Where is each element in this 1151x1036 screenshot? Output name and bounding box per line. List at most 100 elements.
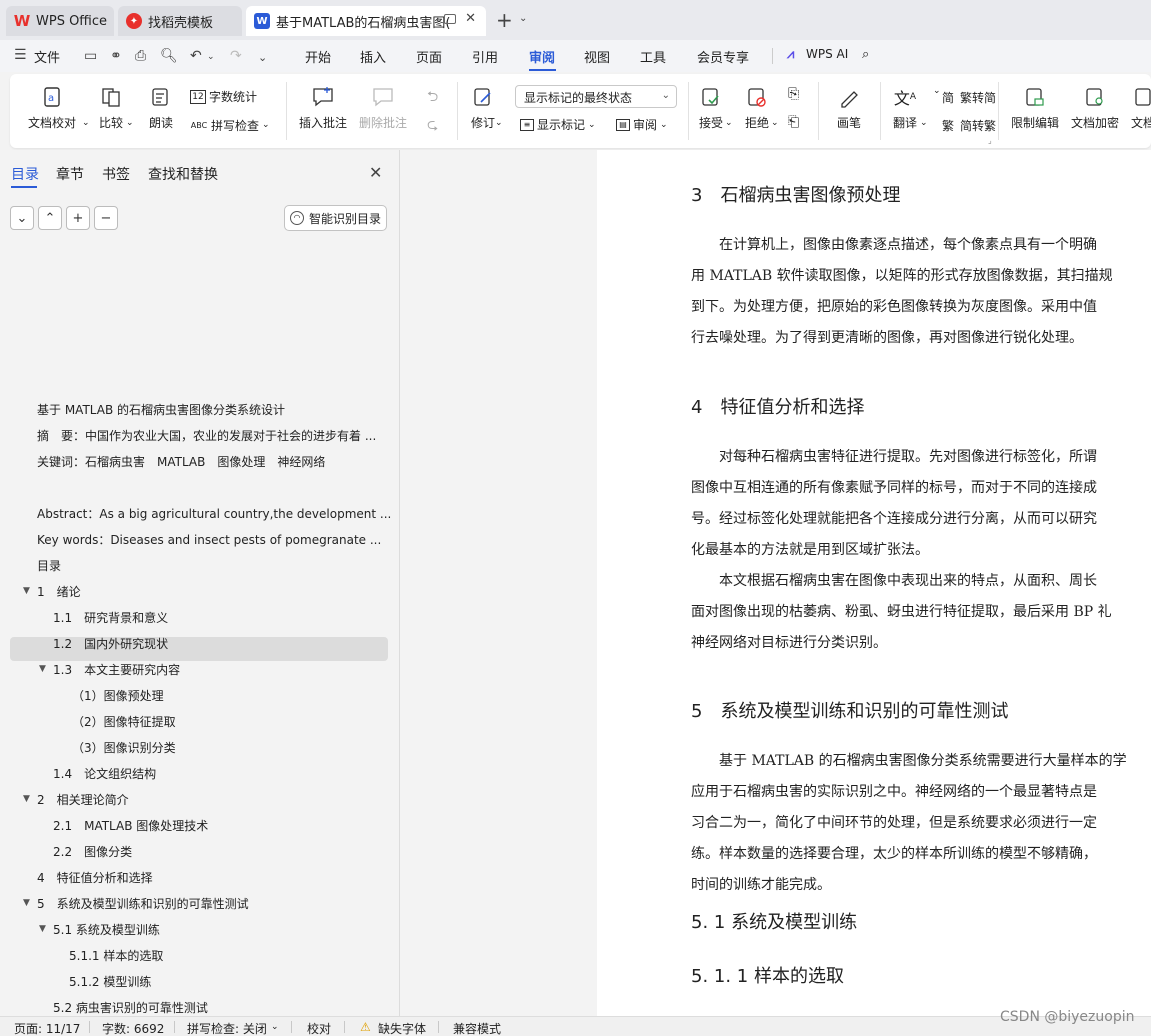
toc-item[interactable]: 5 系统及模型训练和识别的可靠性测试: [37, 891, 249, 915]
move-up-button[interactable]: ⌃: [38, 206, 62, 230]
file-menu[interactable]: 文件: [34, 47, 60, 66]
document-page[interactable]: 3 石榴病虫害图像预处理 在计算机上，图像由像素逐点描述，每个像素点具有一个明确…: [597, 150, 1151, 1016]
tab-chapters[interactable]: 章节: [56, 164, 84, 184]
tab-find-replace[interactable]: 查找和替换: [148, 164, 218, 184]
pen-button[interactable]: 画笔: [836, 84, 862, 131]
toc-item[interactable]: 5.1.1 样本的选取: [69, 943, 163, 967]
more-quick-access-icon[interactable]: ⌄: [258, 51, 267, 64]
close-tab-icon[interactable]: ✕: [465, 11, 476, 26]
redo-icon[interactable]: ↷: [230, 48, 242, 64]
delete-comment-button[interactable]: 删除批注: [359, 84, 407, 131]
insert-comment-button[interactable]: 插入批注: [299, 84, 347, 131]
proofread-status[interactable]: 校对: [307, 1020, 331, 1036]
chevron-down-icon[interactable]: ⌄: [271, 1022, 279, 1032]
expand-arrow-icon[interactable]: ▼: [23, 586, 30, 596]
toc-item[interactable]: 2.1 MATLAB 图像处理技术: [53, 813, 208, 837]
reject-dropdown-icon[interactable]: ⌄: [771, 118, 779, 128]
save-icon[interactable]: ▭: [84, 48, 97, 64]
smart-toc-button[interactable]: ◠ 智能识别目录: [284, 205, 387, 231]
expand-arrow-icon[interactable]: ▼: [23, 898, 30, 908]
toc-item[interactable]: 1.2 国内外研究现状: [53, 631, 168, 655]
tab-current-document[interactable]: W 基于MATLAB的石榴病虫害图( ✕: [246, 6, 486, 36]
menu-reference[interactable]: 引用: [472, 47, 498, 66]
print-preview-icon[interactable]: 🔍︎: [160, 48, 178, 64]
revise-dropdown-icon[interactable]: ⌄: [495, 118, 503, 128]
toc-item[interactable]: 摘 要：中国作为农业大国，农业的发展对于社会的进步有着 ...: [37, 423, 376, 447]
toc-item[interactable]: 2.2 图像分类: [53, 839, 132, 863]
toc-item[interactable]: 4 特征值分析和选择: [37, 865, 153, 889]
simplified-to-traditional-button[interactable]: 繁 简转繁: [939, 116, 996, 134]
chevron-down-icon[interactable]: ⌄: [519, 13, 527, 24]
add-heading-button[interactable]: +: [66, 206, 90, 230]
tab-toc[interactable]: 目录: [11, 164, 39, 184]
menu-review[interactable]: 审阅: [529, 47, 555, 66]
menu-insert[interactable]: 插入: [360, 47, 386, 66]
read-aloud-button[interactable]: 朗读: [148, 84, 174, 131]
revise-button[interactable]: 修订: [470, 84, 496, 131]
document-more-button[interactable]: 文档: [1131, 84, 1151, 131]
toc-item[interactable]: Abstract：As a big agricultural country,t…: [37, 501, 391, 525]
toc-item[interactable]: （2）图像特征提取: [72, 709, 176, 733]
toc-item[interactable]: 1.3 本文主要研究内容: [53, 657, 180, 681]
toc-item[interactable]: 1.4 论文组织结构: [53, 761, 156, 785]
translate-button[interactable]: 文A 翻译: [892, 84, 918, 131]
toc-item[interactable]: 1.1 研究背景和意义: [53, 605, 168, 629]
close-icon[interactable]: ✕: [369, 163, 382, 182]
traditional-to-simplified-button[interactable]: 简 繁转简: [939, 88, 996, 106]
tab-docer-templates[interactable]: ✦ 找稻壳模板: [118, 6, 242, 36]
expand-group-icon[interactable]: ⌟: [988, 136, 992, 145]
tab-bookmarks[interactable]: 书签: [102, 164, 130, 184]
menu-view[interactable]: 视图: [584, 47, 610, 66]
accept-dropdown-icon[interactable]: ⌄: [725, 118, 733, 128]
toc-item[interactable]: 目录: [37, 553, 61, 577]
toc-item[interactable]: 2 相关理论简介: [37, 787, 129, 811]
encrypt-button[interactable]: 文档加密: [1071, 84, 1119, 131]
toc-item[interactable]: Key words：Diseases and insect pests of p…: [37, 527, 381, 551]
previous-comment-icon[interactable]: ⮌: [427, 86, 438, 110]
doc-check-dropdown-icon[interactable]: ⌄: [82, 118, 90, 128]
word-count-button[interactable]: 12 字数统计: [190, 88, 257, 105]
collapse-all-button[interactable]: ⌄: [10, 206, 34, 230]
hamburger-icon[interactable]: ☰: [14, 47, 27, 63]
reject-button[interactable]: 拒绝: [744, 84, 770, 131]
menu-home[interactable]: 开始: [305, 47, 331, 66]
restrict-edit-button[interactable]: 限制编辑: [1011, 84, 1059, 131]
page-indicator[interactable]: 页面: 11/17: [14, 1020, 80, 1036]
menu-tools[interactable]: 工具: [640, 47, 666, 66]
toc-item[interactable]: 5.1.2 模型训练: [69, 969, 151, 993]
expand-arrow-icon[interactable]: ▼: [39, 924, 46, 934]
toc-item[interactable]: （1）图像预处理: [72, 683, 164, 707]
remove-heading-button[interactable]: −: [94, 206, 118, 230]
markup-state-select[interactable]: 显示标记的最终状态 ⌄: [515, 85, 677, 108]
expand-arrow-icon[interactable]: ▼: [23, 794, 30, 804]
expand-arrow-icon[interactable]: ▼: [39, 664, 46, 674]
monitor-icon[interactable]: [444, 14, 456, 24]
menu-member[interactable]: 会员专享: [697, 47, 749, 66]
new-tab-button[interactable]: +: [496, 8, 513, 32]
missing-font-status[interactable]: 缺失字体: [378, 1020, 426, 1036]
next-change-icon[interactable]: ⎗: [788, 114, 799, 130]
undo-dropdown-icon[interactable]: ⌄: [207, 52, 215, 62]
compare-dropdown-icon[interactable]: ⌄: [126, 118, 134, 128]
undo-icon[interactable]: ↶: [190, 48, 202, 64]
spell-check-status[interactable]: 拼写检查: 关闭: [187, 1020, 267, 1036]
link-icon[interactable]: ⚭: [110, 48, 122, 64]
search-icon[interactable]: ⌕: [862, 47, 869, 62]
doc-check-button[interactable]: a 文档校对: [28, 84, 76, 131]
toc-item[interactable]: 关键词：石榴病虫害 MATLAB 图像处理 神经网络: [37, 449, 325, 473]
translate-dropdown-icon[interactable]: ⌄: [920, 118, 928, 128]
review-pane-button[interactable]: ▤ 审阅 ⌄: [616, 116, 668, 133]
print-icon[interactable]: ⎙: [135, 48, 146, 64]
next-comment-icon[interactable]: ⮎: [427, 114, 438, 138]
previous-change-icon[interactable]: ⎘: [788, 86, 799, 102]
tab-wps-office[interactable]: W WPS Office: [6, 6, 114, 36]
spell-check-button[interactable]: ABC 拼写检查 ⌄: [190, 116, 270, 134]
wps-ai-button[interactable]: WPS AI: [806, 47, 848, 61]
word-count-indicator[interactable]: 字数: 6692: [102, 1020, 164, 1036]
show-markup-button[interactable]: ≡ 显示标记 ⌄: [520, 116, 596, 133]
menu-page[interactable]: 页面: [416, 47, 442, 66]
toc-item[interactable]: 基于 MATLAB 的石榴病虫害图像分类系统设计: [37, 397, 285, 421]
compare-button[interactable]: 比较: [98, 84, 124, 131]
accept-button[interactable]: 接受: [698, 84, 724, 131]
toc-item[interactable]: 1 绪论: [37, 579, 81, 603]
